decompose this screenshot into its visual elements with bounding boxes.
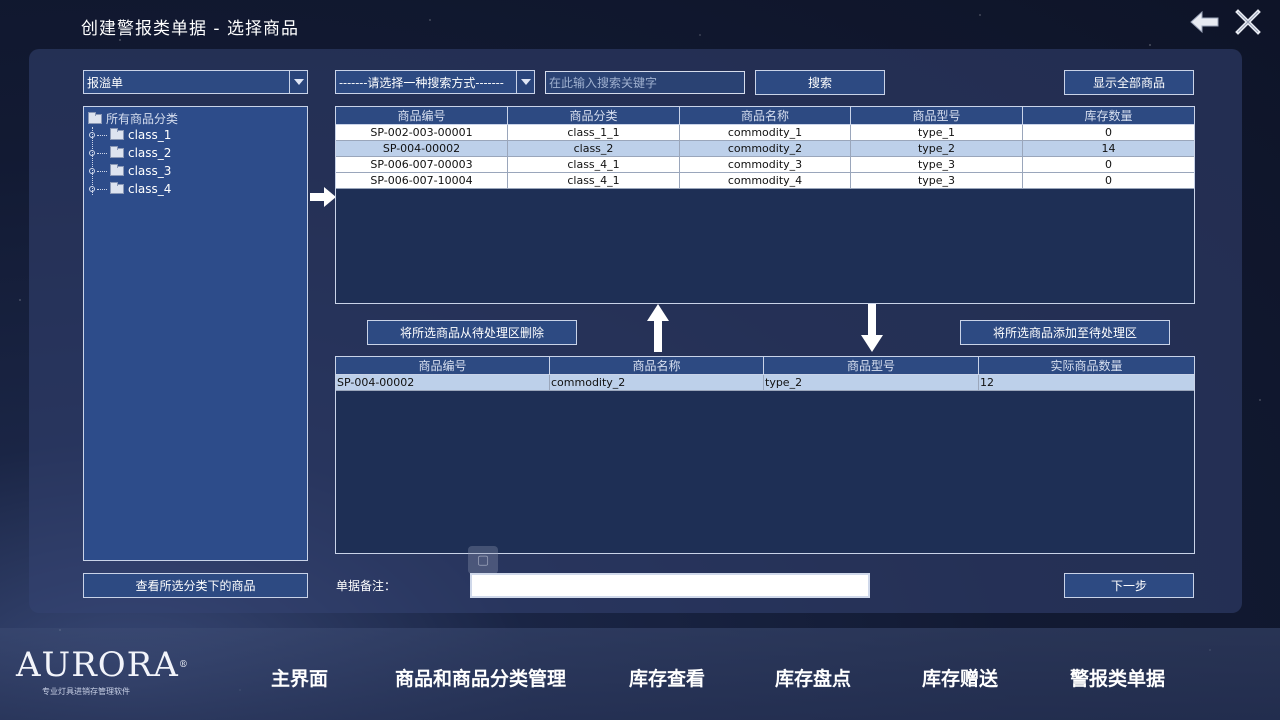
column-header[interactable]: 商品编号 (336, 107, 508, 125)
close-x-icon[interactable] (1234, 8, 1266, 36)
table-row[interactable]: SP-006-007-10004 class_4_1 commodity_4 t… (336, 173, 1194, 189)
search-input[interactable]: 在此输入搜索关键字 (545, 71, 745, 94)
table-cell: commodity_2 (680, 141, 851, 157)
folder-icon (88, 111, 102, 124)
table-cell: class_2 (508, 141, 680, 157)
expand-handle-icon[interactable] (89, 132, 95, 138)
folder-icon (110, 182, 124, 194)
arrow-up-icon (647, 304, 669, 352)
tree-item-label: class_3 (128, 164, 172, 178)
note-label: 单据备注： (336, 579, 397, 593)
table-cell: class_4_1 (508, 173, 680, 189)
table-cell: 14 (1023, 141, 1194, 157)
pending-table: 商品编号 商品名称 商品型号 实际商品数量 SP-004-00002 commo… (335, 356, 1195, 554)
table-row-selected[interactable]: SP-004-00002 commodity_2 type_2 12 (336, 375, 1194, 391)
note-input[interactable] (470, 573, 870, 598)
brand-logo: AURORA® 专业灯具进销存管理软件 (16, 646, 189, 697)
show-all-button[interactable]: 显示全部商品 (1064, 70, 1194, 95)
table-cell: type_2 (851, 141, 1023, 157)
column-header[interactable]: 商品编号 (336, 357, 550, 375)
chevron-down-icon[interactable] (516, 71, 534, 93)
brand-name: AURORA (16, 645, 179, 685)
table-row-selected[interactable]: SP-004-00002 class_2 commodity_2 type_2 … (336, 141, 1194, 157)
back-arrow-icon[interactable] (1188, 8, 1220, 36)
arrow-right-icon (310, 187, 336, 207)
tree-item-label: class_4 (128, 182, 172, 196)
nav-alert-bills[interactable]: 警报类单据 (1070, 664, 1165, 691)
tree-item-label: class_1 (128, 128, 172, 142)
table-cell: SP-006-007-00003 (336, 157, 508, 173)
search-method-select[interactable]: -------请选择一种搜索方式------- (335, 70, 535, 94)
table-cell: 0 (1023, 157, 1194, 173)
nav-inventory-gift[interactable]: 库存赠送 (922, 664, 998, 691)
table-cell: commodity_4 (680, 173, 851, 189)
table-cell: class_1_1 (508, 125, 680, 141)
floating-tool-icon[interactable]: ▢ (468, 546, 498, 574)
remove-from-pending-button[interactable]: 将所选商品从待处理区删除 (367, 320, 577, 345)
column-header[interactable]: 实际商品数量 (979, 357, 1194, 375)
table-cell: commodity_3 (680, 157, 851, 173)
table-cell: 0 (1023, 125, 1194, 141)
tree-item-class-2[interactable]: class_2 (89, 146, 171, 160)
tree-root[interactable]: 所有商品分类 (88, 110, 178, 127)
tree-item-class-3[interactable]: class_3 (89, 164, 171, 178)
column-header[interactable]: 商品型号 (764, 357, 979, 375)
column-header[interactable]: 商品型号 (851, 107, 1023, 125)
bill-type-value: 报溢单 (87, 75, 124, 90)
table-cell: class_4_1 (508, 157, 680, 173)
brand-tagline: 专业灯具进销存管理软件 (42, 687, 130, 696)
folder-icon (110, 128, 124, 140)
nav-home[interactable]: 主界面 (271, 664, 328, 691)
view-category-button[interactable]: 查看所选分类下的商品 (83, 573, 308, 598)
tree-item-class-1[interactable]: class_1 (89, 128, 171, 142)
nav-commodity-management[interactable]: 商品和商品分类管理 (395, 664, 566, 691)
table-cell-editable[interactable]: 12 (979, 375, 1194, 391)
tree-root-label: 所有商品分类 (106, 112, 179, 126)
column-header[interactable]: 库存数量 (1023, 107, 1194, 125)
table-row[interactable]: SP-002-003-00001 class_1_1 commodity_1 t… (336, 125, 1194, 141)
tree-item-class-4[interactable]: class_4 (89, 182, 171, 196)
folder-icon (110, 146, 124, 158)
column-header[interactable]: 商品名称 (550, 357, 764, 375)
table-row[interactable]: SP-006-007-00003 class_4_1 commodity_3 t… (336, 157, 1194, 173)
search-button[interactable]: 搜索 (755, 70, 885, 95)
expand-handle-icon[interactable] (89, 168, 95, 174)
arrow-down-icon (861, 304, 883, 352)
tree-item-label: class_2 (128, 146, 172, 160)
add-to-pending-button[interactable]: 将所选商品添加至待处理区 (960, 320, 1170, 345)
table-cell: commodity_1 (680, 125, 851, 141)
table-cell: SP-002-003-00001 (336, 125, 508, 141)
table-cell: type_3 (851, 157, 1023, 173)
nav-inventory-view[interactable]: 库存查看 (629, 664, 705, 691)
nav-inventory-check[interactable]: 库存盘点 (775, 664, 851, 691)
footer-nav-bar: AURORA® 专业灯具进销存管理软件 主界面 商品和商品分类管理 库存查看 库… (0, 628, 1280, 720)
table-cell: SP-004-00002 (336, 375, 550, 391)
chevron-down-icon[interactable] (289, 71, 307, 93)
table-cell: SP-004-00002 (336, 141, 508, 157)
column-header[interactable]: 商品名称 (680, 107, 851, 125)
folder-icon (110, 164, 124, 176)
brand-mark: ® (178, 660, 189, 670)
commodity-table: 商品编号 商品分类 商品名称 商品型号 库存数量 SP-002-003-0000… (335, 106, 1195, 304)
bill-type-select[interactable]: 报溢单 (83, 70, 308, 94)
table-cell: SP-006-007-10004 (336, 173, 508, 189)
commodity-table-header: 商品编号 商品分类 商品名称 商品型号 库存数量 (336, 107, 1194, 125)
table-cell: commodity_2 (550, 375, 764, 391)
column-header[interactable]: 商品分类 (508, 107, 680, 125)
table-cell: type_2 (764, 375, 979, 391)
expand-handle-icon[interactable] (89, 186, 95, 192)
table-cell: type_3 (851, 173, 1023, 189)
pending-table-header: 商品编号 商品名称 商品型号 实际商品数量 (336, 357, 1194, 375)
page-title: 创建警报类单据 - 选择商品 (81, 19, 299, 39)
next-button[interactable]: 下一步 (1064, 573, 1194, 598)
category-tree: 所有商品分类 class_1 class_2 class_3 class_4 (83, 106, 308, 561)
search-method-value: -------请选择一种搜索方式------- (339, 75, 504, 90)
table-cell: type_1 (851, 125, 1023, 141)
expand-handle-icon[interactable] (89, 150, 95, 156)
table-cell: 0 (1023, 173, 1194, 189)
